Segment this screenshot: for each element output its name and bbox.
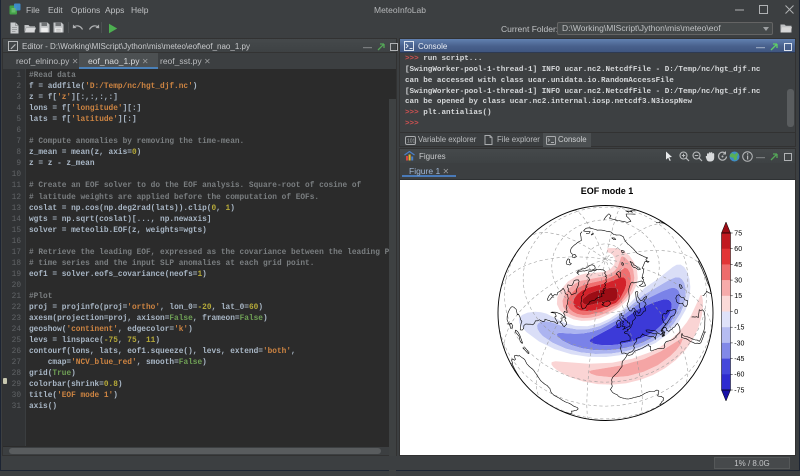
svg-text:15: 15 <box>734 293 742 300</box>
svg-text:45: 45 <box>734 262 742 269</box>
svg-text:60: 60 <box>734 246 742 253</box>
svg-text:EOF mode 1: EOF mode 1 <box>581 186 634 196</box>
svg-text:75: 75 <box>734 230 742 237</box>
svg-text:-75: -75 <box>734 387 744 394</box>
svg-text:-15: -15 <box>734 325 744 332</box>
svg-text:-30: -30 <box>734 340 744 347</box>
svg-text:30: 30 <box>734 278 742 285</box>
svg-text:-45: -45 <box>734 356 744 363</box>
svg-text:-60: -60 <box>734 372 744 379</box>
svg-text:0: 0 <box>734 309 738 316</box>
svg-text:101: 101 <box>407 139 416 145</box>
